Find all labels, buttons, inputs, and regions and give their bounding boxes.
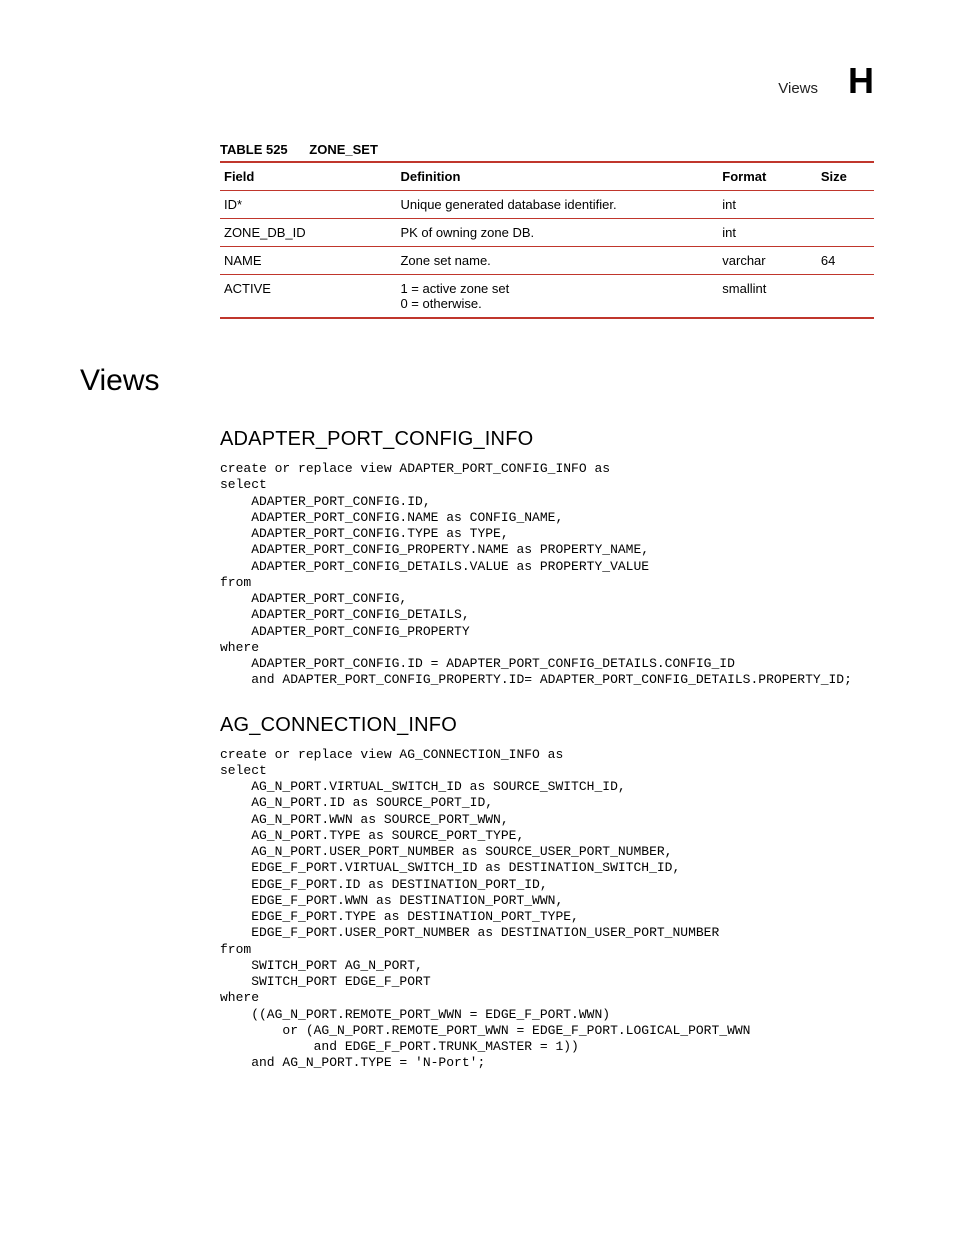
section-heading-views: Views xyxy=(80,364,874,398)
table-number: TABLE 525 xyxy=(220,142,288,157)
table-row: ZONE_DB_ID PK of owning zone DB. int xyxy=(220,219,874,247)
page: Views H TABLE 525 ZONE_SET Field Definit… xyxy=(0,0,954,1152)
table-header-row: Field Definition Format Size xyxy=(220,162,874,191)
cell-field: ID* xyxy=(220,191,396,219)
cell-size xyxy=(817,275,874,319)
cell-definition: Unique generated database identifier. xyxy=(396,191,718,219)
table-row: ID* Unique generated database identifier… xyxy=(220,191,874,219)
view-heading: ADAPTER_PORT_CONFIG_INFO xyxy=(220,428,874,451)
cell-format: int xyxy=(718,191,817,219)
col-definition: Definition xyxy=(396,162,718,191)
view-sql: create or replace view AG_CONNECTION_INF… xyxy=(220,747,874,1072)
cell-definition: Zone set name. xyxy=(396,247,718,275)
views-content: ADAPTER_PORT_CONFIG_INFO create or repla… xyxy=(220,428,874,1072)
table-row: NAME Zone set name. varchar 64 xyxy=(220,247,874,275)
view-heading: AG_CONNECTION_INFO xyxy=(220,714,874,737)
cell-format: varchar xyxy=(718,247,817,275)
table-block: TABLE 525 ZONE_SET Field Definition Form… xyxy=(220,142,874,319)
table-row: ACTIVE 1 = active zone set 0 = otherwise… xyxy=(220,275,874,319)
table-name: ZONE_SET xyxy=(309,142,378,157)
cell-size: 64 xyxy=(817,247,874,275)
cell-format: smallint xyxy=(718,275,817,319)
view-sql: create or replace view ADAPTER_PORT_CONF… xyxy=(220,461,874,689)
page-header: Views H xyxy=(80,60,874,102)
cell-field: ACTIVE xyxy=(220,275,396,319)
header-label: Views xyxy=(778,80,818,97)
col-field: Field xyxy=(220,162,396,191)
cell-definition: 1 = active zone set 0 = otherwise. xyxy=(396,275,718,319)
table-caption: TABLE 525 ZONE_SET xyxy=(220,142,874,157)
col-size: Size xyxy=(817,162,874,191)
cell-field: NAME xyxy=(220,247,396,275)
col-format: Format xyxy=(718,162,817,191)
header-letter: H xyxy=(848,60,874,102)
cell-definition: PK of owning zone DB. xyxy=(396,219,718,247)
zone-set-table: Field Definition Format Size ID* Unique … xyxy=(220,161,874,319)
cell-size xyxy=(817,219,874,247)
cell-size xyxy=(817,191,874,219)
cell-field: ZONE_DB_ID xyxy=(220,219,396,247)
cell-format: int xyxy=(718,219,817,247)
